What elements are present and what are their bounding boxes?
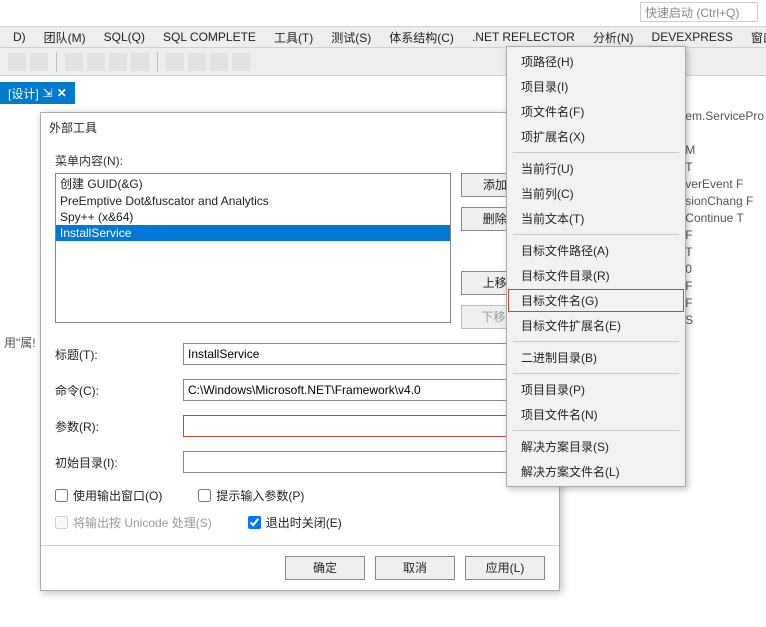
menu-item[interactable]: SQL(Q) (95, 27, 154, 47)
checkbox-label: 将输出按 Unicode 处理(S) (73, 514, 212, 531)
context-menu-item[interactable]: 当前行(U) (507, 156, 685, 181)
menu-item[interactable]: 窗口 (742, 26, 766, 49)
toolbar-separator (56, 52, 57, 72)
command-label: 命令(C): (55, 382, 175, 399)
dialog-titlebar: 外部工具 ? ✕ (41, 113, 559, 142)
properties-text: em.ServicePro (685, 108, 764, 125)
arguments-label: 参数(R): (55, 418, 175, 435)
toolbar-btn[interactable] (188, 53, 206, 71)
external-tools-dialog: 外部工具 ? ✕ 菜单内容(N): 创建 GUID(&G)PreEmptive … (40, 112, 560, 591)
menu-separator (513, 234, 679, 235)
checkbox-input[interactable] (248, 516, 261, 529)
context-menu-item[interactable]: 项目目录(P) (507, 377, 685, 402)
toolbar-btn[interactable] (166, 53, 184, 71)
toolbar-btn[interactable] (210, 53, 228, 71)
menu-separator (513, 152, 679, 153)
arguments-context-menu: 项路径(H)项目录(I)项文件名(F)项扩展名(X) 当前行(U)当前列(C)当前… (506, 46, 686, 487)
title-field[interactable] (183, 343, 545, 365)
cancel-button[interactable]: 取消 (375, 556, 455, 580)
context-menu-item[interactable]: 项目文件名(N) (507, 402, 685, 427)
toolbar-btn[interactable] (232, 53, 250, 71)
context-menu-item[interactable]: 项路径(H) (507, 49, 685, 74)
context-menu-item[interactable]: 项文件名(F) (507, 99, 685, 124)
list-item[interactable]: PreEmptive Dot&fuscator and Analytics (56, 193, 450, 209)
menu-item[interactable]: SQL COMPLETE (154, 27, 265, 47)
properties-text (685, 125, 764, 142)
designer-hint-text: 用"属! (4, 334, 36, 351)
context-menu-item[interactable]: 解决方案文件名(L) (507, 459, 685, 484)
quick-launch-input[interactable]: 快速启动 (Ctrl+Q) (640, 2, 758, 22)
context-menu-item[interactable]: 项目录(I) (507, 74, 685, 99)
menu-item[interactable]: DEVEXPRESS (643, 27, 742, 47)
toolbar-separator (157, 52, 158, 72)
checkbox-input[interactable] (55, 489, 68, 502)
context-menu-item[interactable]: 目标文件路径(A) (507, 238, 685, 263)
checkbox-label: 使用输出窗口(O) (73, 487, 162, 504)
unicode-output-checkbox: 将输出按 Unicode 处理(S) (55, 514, 212, 531)
close-on-exit-checkbox[interactable]: 退出时关闭(E) (248, 514, 342, 531)
apply-button[interactable]: 应用(L) (465, 556, 545, 580)
properties-text: F (685, 278, 764, 295)
properties-text: M (685, 142, 764, 159)
checkbox-input[interactable] (198, 489, 211, 502)
use-output-window-checkbox[interactable]: 使用输出窗口(O) (55, 487, 162, 504)
checkbox-input (55, 516, 68, 529)
toolbar-btn[interactable] (87, 53, 105, 71)
background-properties-panel: em.ServicePro MTverEvent FsionChang FCon… (685, 108, 764, 329)
properties-text: verEvent F (685, 176, 764, 193)
properties-text: F (685, 227, 764, 244)
menu-separator (513, 341, 679, 342)
menu-item[interactable]: D) (4, 27, 35, 47)
initialdir-label: 初始目录(I): (55, 454, 175, 471)
properties-text: S (685, 312, 764, 329)
menu-item[interactable]: .NET REFLECTOR (463, 27, 584, 47)
document-tab[interactable]: [设计] ⇲ ✕ (0, 82, 75, 104)
tab-close-icon[interactable]: ✕ (57, 86, 67, 100)
arguments-field[interactable] (183, 415, 515, 437)
document-tab-strip: [设计] ⇲ ✕ (0, 82, 75, 104)
menu-item[interactable]: 团队(M) (35, 26, 95, 49)
checkbox-label: 退出时关闭(E) (266, 514, 342, 531)
prompt-for-args-checkbox[interactable]: 提示输入参数(P) (198, 487, 304, 504)
title-label: 标题(T): (55, 346, 175, 363)
toolbar-btn[interactable] (131, 53, 149, 71)
properties-text: Continue T (685, 210, 764, 227)
menu-contents-label: 菜单内容(N): (55, 152, 545, 169)
properties-text: sionChang F (685, 193, 764, 210)
context-menu-item[interactable]: 目标文件名(G) (507, 288, 685, 313)
context-menu-item[interactable]: 目标文件目录(R) (507, 263, 685, 288)
list-item[interactable]: Spy++ (x&64) (56, 209, 450, 225)
initialdir-field[interactable] (183, 451, 515, 473)
checkbox-label: 提示输入参数(P) (216, 487, 304, 504)
menu-contents-listbox[interactable]: 创建 GUID(&G)PreEmptive Dot&fuscator and A… (55, 173, 451, 323)
properties-text: T (685, 159, 764, 176)
context-menu-item[interactable]: 项扩展名(X) (507, 124, 685, 149)
menu-item[interactable]: 体系结构(C) (380, 26, 463, 49)
quick-launch-placeholder: 快速启动 (Ctrl+Q) (645, 4, 739, 21)
properties-text: 0 (685, 261, 764, 278)
menubar: D)团队(M)SQL(Q)SQL COMPLETE工具(T)测试(S)体系结构(… (0, 26, 766, 48)
properties-text: F (685, 295, 764, 312)
menu-item[interactable]: 测试(S) (322, 26, 380, 49)
menu-separator (513, 430, 679, 431)
context-menu-item[interactable]: 目标文件扩展名(E) (507, 313, 685, 338)
context-menu-item[interactable]: 当前文本(T) (507, 206, 685, 231)
toolbar-btn[interactable] (30, 53, 48, 71)
list-item[interactable]: InstallService (56, 225, 450, 241)
menu-item[interactable]: 工具(T) (265, 26, 322, 49)
menu-separator (513, 373, 679, 374)
tab-label: [设计] (8, 85, 39, 102)
context-menu-item[interactable]: 二进制目录(B) (507, 345, 685, 370)
ok-button[interactable]: 确定 (285, 556, 365, 580)
toolbar-btn[interactable] (8, 53, 26, 71)
dialog-title: 外部工具 (49, 119, 97, 136)
toolbar-btn[interactable] (65, 53, 83, 71)
context-menu-item[interactable]: 当前列(C) (507, 181, 685, 206)
command-field[interactable] (183, 379, 515, 401)
properties-text: T (685, 244, 764, 261)
tab-pin-icon[interactable]: ⇲ (43, 86, 53, 100)
toolbar-btn[interactable] (109, 53, 127, 71)
context-menu-item[interactable]: 解决方案目录(S) (507, 434, 685, 459)
list-item[interactable]: 创建 GUID(&G) (56, 174, 450, 193)
